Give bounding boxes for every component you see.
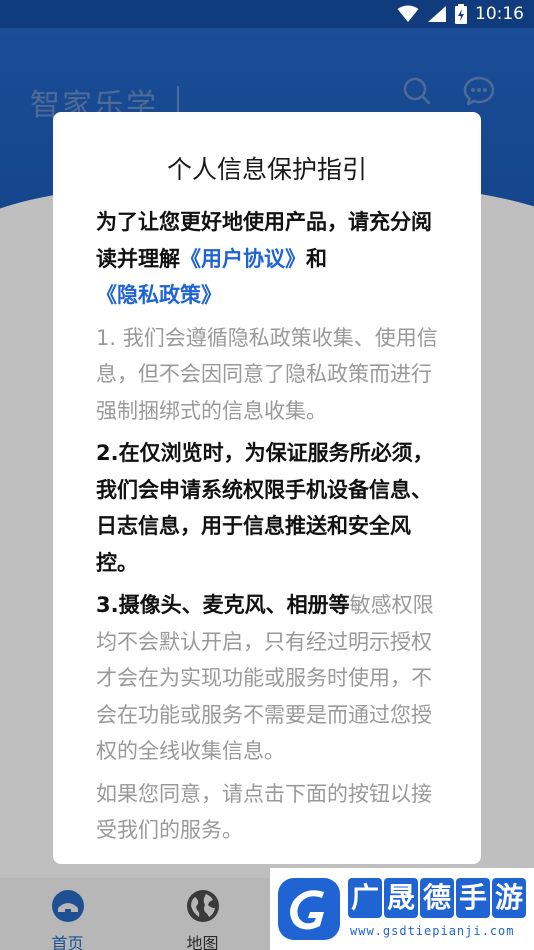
item3-rest: 敏感权限均不会默认开启，只有经过明示授权才会在为实现功能或服务时使用，不会在功能…: [96, 593, 434, 763]
user-agreement-link[interactable]: 《用户协议》: [180, 247, 306, 271]
watermark: 广 晟 德 手 游 www.gsdtiepianji.com: [270, 868, 534, 950]
watermark-char: 晟: [384, 878, 418, 918]
nav-item-map[interactable]: 地图: [135, 878, 270, 950]
signal-icon: [428, 6, 446, 22]
dialog-body[interactable]: 为了让您更好地使用产品，请充分阅读并理解《用户协议》和《隐私政策》 1. 我们会…: [96, 204, 446, 855]
dialog-item-3: 3.摄像头、麦克风、相册等敏感权限均不会默认开启，只有经过明示授权才会在为实现功…: [96, 587, 446, 770]
nav-label-home: 首页: [51, 934, 84, 950]
watermark-char: 德: [420, 878, 454, 918]
status-icons: 10:16: [397, 3, 524, 25]
dialog-title: 个人信息保护指引: [166, 155, 367, 184]
brand-logo-icon: [278, 878, 340, 940]
nav-label-map: 地图: [186, 934, 219, 950]
status-bar: 10:16: [0, 0, 534, 28]
dialog-item-1: 1. 我们会遵循隐私政策收集、使用信息，但不会因同意了隐私政策而进行强制捆绑式的…: [96, 325, 438, 423]
nav-item-home[interactable]: 首页: [0, 878, 135, 950]
search-icon[interactable]: [401, 75, 433, 107]
dialog-item-2: 2.在仅浏览时，为保证服务所必须，我们会申请系统权限手机设备信息、日志信息，用于…: [96, 441, 434, 575]
wifi-icon: [397, 5, 419, 22]
battery-icon: [455, 4, 467, 24]
watermark-char: 手: [456, 878, 490, 918]
privacy-policy-link[interactable]: 《隐私政策》: [96, 283, 222, 307]
message-icon[interactable]: [462, 74, 496, 108]
item3-bold: 3.摄像头、麦克风、相册等: [96, 593, 350, 617]
watermark-char: 游: [492, 878, 526, 918]
watermark-url: www.gsdtiepianji.com: [350, 924, 515, 938]
dialog-item-4: 如果您同意，请点击下面的按钮以接受我们的服务。: [96, 781, 432, 843]
privacy-dialog: 个人信息保护指引 为了让您更好地使用产品，请充分阅读并理解《用户协议》和《隐私政…: [53, 112, 481, 864]
status-time: 10:16: [475, 4, 524, 24]
dialog-intro: 为了让您更好地使用产品，请充分阅读并理解《用户协议》和《隐私政策》: [96, 204, 446, 314]
home-icon: [51, 890, 84, 922]
globe-icon: [186, 890, 219, 922]
intro-and: 和: [306, 246, 327, 271]
watermark-char: 广: [348, 878, 382, 918]
watermark-brand: 广 晟 德 手 游: [348, 878, 526, 918]
